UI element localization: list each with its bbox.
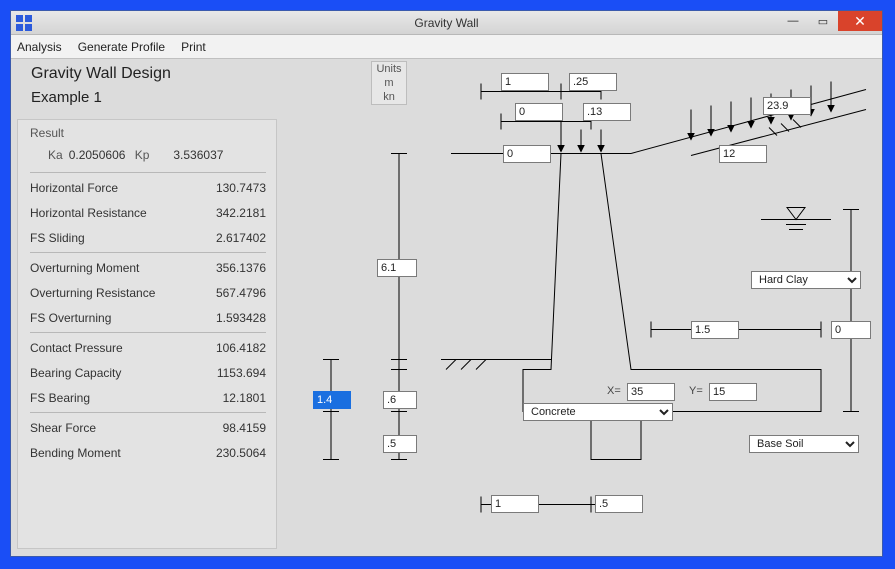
base-soil-select[interactable]: Base Soil (749, 435, 859, 453)
result-label: Bending Moment (30, 446, 121, 460)
menu-generate-profile[interactable]: Generate Profile (78, 40, 165, 54)
diagram-area: X= Y= Hard Clay Concrete Base Soil (291, 59, 876, 550)
result-value: 342.2181 (216, 206, 266, 220)
mid-width-right-field[interactable] (583, 103, 631, 121)
page-title: Gravity Wall Design (31, 65, 171, 83)
result-value: 567.4796 (216, 286, 266, 300)
wall-material-select[interactable]: Concrete (523, 403, 673, 421)
close-button[interactable]: ✕ (838, 11, 882, 31)
heel-extension-field[interactable] (691, 321, 739, 339)
diagram-svg (291, 59, 876, 550)
titlebar[interactable]: Gravity Wall — ▭ ✕ (11, 11, 882, 35)
key-width-field[interactable] (595, 495, 643, 513)
kp-label: Kp (135, 148, 150, 162)
result-label: Contact Pressure (30, 341, 123, 355)
key-depth-field[interactable] (383, 435, 417, 453)
x-field[interactable] (627, 383, 675, 401)
result-label: Overturning Moment (30, 261, 139, 275)
result-value: 12.1801 (223, 391, 266, 405)
menu-analysis[interactable]: Analysis (17, 40, 62, 54)
top-width-right-field[interactable] (569, 73, 617, 91)
app-window: Gravity Wall — ▭ ✕ Analysis Generate Pro… (10, 10, 883, 557)
toe-height-field[interactable] (383, 391, 417, 409)
result-value: 130.7473 (216, 181, 266, 195)
result-value: 356.1376 (216, 261, 266, 275)
retained-soil-select[interactable]: Hard Clay (751, 271, 861, 289)
page-subtitle: Example 1 (31, 89, 102, 106)
result-value: 98.4159 (223, 421, 266, 435)
result-label: FS Bearing (30, 391, 90, 405)
result-value: 106.4182 (216, 341, 266, 355)
minimize-button[interactable]: — (778, 11, 808, 31)
result-value: 1153.694 (217, 366, 266, 380)
window-title: Gravity Wall (11, 16, 882, 30)
result-group-label: Result (30, 126, 266, 140)
result-label: Bearing Capacity (30, 366, 121, 380)
ka-label: Ka (48, 148, 63, 162)
x-label: X= (607, 385, 621, 397)
result-label: FS Sliding (30, 231, 85, 245)
maximize-button[interactable]: ▭ (808, 11, 838, 31)
result-label: Horizontal Force (30, 181, 118, 195)
stem-top-field[interactable] (503, 145, 551, 163)
wall-height-field[interactable] (377, 259, 417, 277)
ka-value: 0.2050606 (69, 148, 129, 162)
menu-print[interactable]: Print (181, 40, 206, 54)
base-depth-field[interactable] (313, 391, 351, 409)
result-value: 230.5064 (216, 446, 266, 460)
y-field[interactable] (709, 383, 757, 401)
kp-value: 3.536037 (173, 148, 233, 162)
mid-width-left-field[interactable] (515, 103, 563, 121)
surcharge-load-field[interactable] (763, 97, 811, 115)
result-label: FS Overturning (30, 311, 111, 325)
y-label: Y= (689, 385, 703, 397)
result-label: Shear Force (30, 421, 96, 435)
menubar: Analysis Generate Profile Print (11, 35, 882, 59)
result-value: 2.617402 (216, 231, 266, 245)
client-area: Gravity Wall Design Example 1 Units m kn… (11, 59, 882, 556)
result-value: 1.593428 (216, 311, 266, 325)
top-width-left-field[interactable] (501, 73, 549, 91)
result-label: Horizontal Resistance (30, 206, 147, 220)
water-depth-field[interactable] (831, 321, 871, 339)
app-icon (16, 15, 32, 31)
surcharge-distance-field[interactable] (719, 145, 767, 163)
key-offset-field[interactable] (491, 495, 539, 513)
result-label: Overturning Resistance (30, 286, 155, 300)
result-panel: Result Ka 0.2050606 Kp 3.536037 Horizont… (17, 119, 277, 549)
